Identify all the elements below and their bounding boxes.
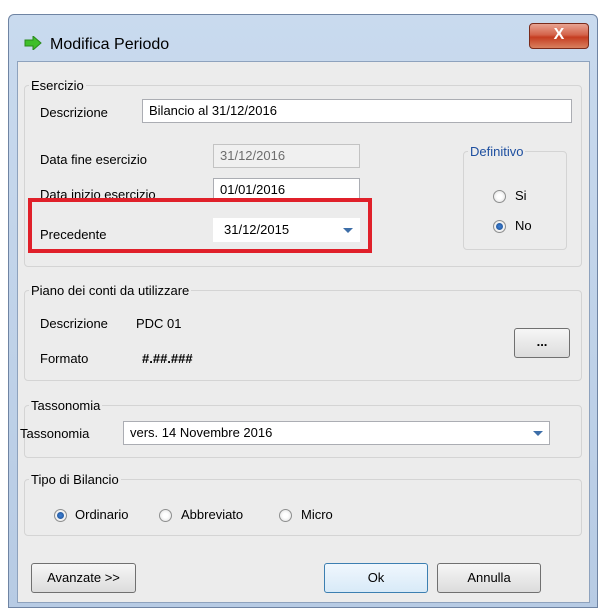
ordinario-label: Ordinario [75, 507, 129, 522]
descrizione-input[interactable]: Bilancio al 31/12/2016 [142, 99, 572, 123]
abbreviato-label: Abbreviato [181, 507, 244, 522]
abbreviato-radio[interactable] [159, 509, 172, 522]
browse-button[interactable]: ... [514, 328, 570, 358]
micro-radio[interactable] [279, 509, 292, 522]
tipo-bilancio-group: Tipo di Bilancio [24, 472, 582, 536]
tassonomia-legend: Tassonomia [31, 398, 101, 413]
formato-value: #.##.### [142, 351, 193, 366]
dialog-client-area: Esercizio Descrizione Bilancio al 31/12/… [17, 61, 590, 603]
definitivo-si-radio[interactable] [493, 190, 506, 203]
definitivo-no-radio[interactable] [493, 220, 506, 233]
micro-label: Micro [301, 507, 333, 522]
avanzate-button[interactable]: Avanzate >> [31, 563, 136, 593]
tassonomia-value: vers. 14 Novembre 2016 [130, 425, 273, 440]
title-bar[interactable]: Modifica Periodo X [9, 15, 597, 61]
ordinario-radio[interactable] [54, 509, 67, 522]
tassonomia-dropdown[interactable]: vers. 14 Novembre 2016 [123, 421, 550, 445]
dialog-window: Modifica Periodo X Esercizio Descrizione… [8, 14, 598, 608]
ok-button[interactable]: Ok [324, 563, 428, 593]
tassonomia-label: Tassonomia [20, 426, 90, 441]
highlight-box [28, 198, 372, 253]
arrow-right-icon [24, 36, 42, 50]
formato-label: Formato [40, 351, 89, 366]
definitivo-legend: Definitivo [470, 144, 524, 159]
piano-group: Piano dei conti da utilizzare [24, 283, 582, 381]
window-title: Modifica Periodo [50, 36, 170, 53]
chevron-down-icon[interactable] [533, 431, 543, 436]
data-fine-label: Data fine esercizio [40, 152, 147, 167]
close-button[interactable]: X [529, 23, 589, 49]
piano-descrizione-label: Descrizione [40, 316, 108, 331]
esercizio-legend: Esercizio [31, 78, 84, 93]
annulla-button[interactable]: Annulla [437, 563, 541, 593]
descrizione-label: Descrizione [40, 105, 108, 120]
piano-descrizione-value: PDC 01 [136, 316, 182, 331]
definitivo-si-label: Si [515, 188, 527, 203]
piano-legend: Piano dei conti da utilizzare [31, 283, 190, 298]
data-fine-input: 31/12/2016 [213, 144, 360, 168]
tipo-bilancio-legend: Tipo di Bilancio [31, 472, 119, 487]
definitivo-no-label: No [515, 218, 532, 233]
